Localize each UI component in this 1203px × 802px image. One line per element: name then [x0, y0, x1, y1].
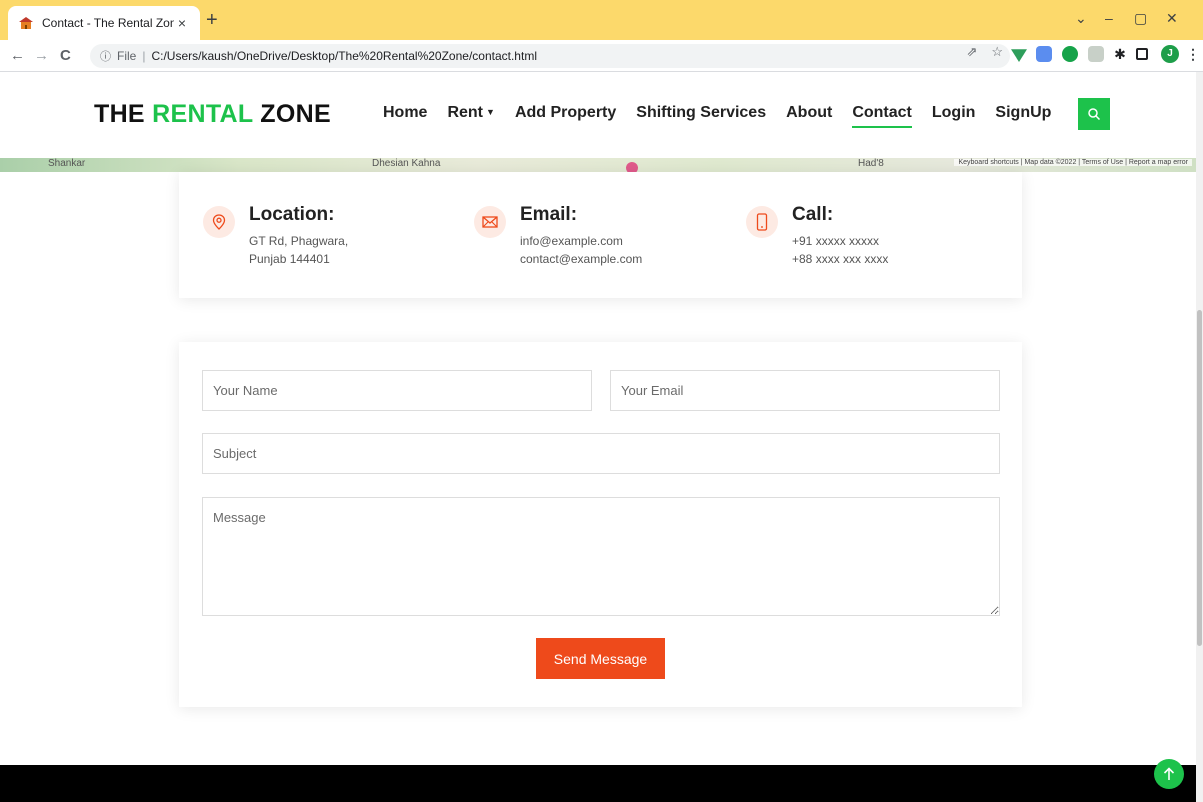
location-pin-icon	[203, 206, 235, 238]
maximize-button[interactable]: ▢	[1134, 10, 1147, 27]
bookmark-star-icon[interactable]: ☆	[991, 44, 1003, 60]
contact-info-card: Location: GT Rd, Phagwara, Punjab 144401…	[179, 172, 1022, 298]
url-separator: |	[142, 49, 146, 63]
location-title: Location:	[249, 204, 335, 225]
map-attribution[interactable]: Keyboard shortcuts | Map data ©2022 | Te…	[954, 159, 1192, 166]
forward-icon[interactable]: →	[34, 47, 49, 64]
site-info-icon[interactable]: ⓘ	[100, 48, 111, 64]
nav-rent-label: Rent	[447, 104, 484, 121]
phone-line-2[interactable]: +88 xxxx xxx xxxx	[792, 250, 888, 268]
message-textarea[interactable]	[202, 497, 1000, 616]
location-line-1: GT Rd, Phagwara,	[249, 234, 349, 248]
nav-home[interactable]: Home	[383, 104, 427, 122]
translate-extension-icon[interactable]	[1036, 46, 1052, 62]
email-info: Email: info@example.com contact@example.…	[474, 204, 642, 268]
site-logo[interactable]: THE RENTAL ZONE	[94, 100, 331, 129]
call-title: Call:	[792, 204, 834, 225]
tab-search-icon[interactable]: ⌄	[1075, 10, 1087, 27]
map-pin-icon[interactable]	[626, 162, 638, 172]
nav-contact[interactable]: Contact	[852, 104, 912, 128]
nav-rent[interactable]: Rent ▼	[447, 104, 494, 122]
map-label: Had'8	[858, 158, 884, 169]
location-line-2: Punjab 144401	[249, 252, 330, 266]
map-label: Dhesian Kahna	[372, 158, 441, 169]
subject-input[interactable]	[202, 433, 1000, 474]
nav-signup[interactable]: SignUp	[995, 104, 1051, 122]
url-scheme-label: File	[117, 49, 137, 63]
side-panel-icon[interactable]	[1136, 48, 1148, 60]
phone-icon	[746, 206, 778, 238]
envelope-icon	[474, 206, 506, 238]
arrow-up-icon	[1163, 767, 1175, 780]
nav-login[interactable]: Login	[932, 104, 976, 122]
url-text[interactable]: C:/Users/kaush/OneDrive/Desktop/The%20Re…	[151, 49, 537, 63]
phone-line-1[interactable]: +91 xxxxx xxxxx	[792, 232, 888, 250]
url-omnibox[interactable]: ⓘ File | C:/Users/kaush/OneDrive/Desktop…	[90, 44, 1010, 68]
browser-tab[interactable]: Contact - The Rental Zone ×	[8, 6, 200, 40]
search-button[interactable]	[1078, 98, 1110, 130]
share-icon[interactable]: ⇗	[966, 44, 977, 60]
logo-text-the: THE	[94, 100, 153, 128]
main-nav: Home Rent ▼ Add Property Shifting Service…	[383, 104, 1051, 128]
embedded-map[interactable]: Shankar Dhesian Kahna Had'8 Keyboard sho…	[0, 158, 1196, 172]
omnibox-actions: ⇗ ☆	[966, 44, 1003, 60]
send-message-button[interactable]: Send Message	[536, 638, 665, 679]
minimize-button[interactable]: –	[1105, 10, 1113, 26]
house-favicon-icon	[19, 17, 33, 29]
email-line-1[interactable]: info@example.com	[520, 232, 642, 250]
nav-about[interactable]: About	[786, 104, 832, 122]
location-info: Location: GT Rd, Phagwara, Punjab 144401	[203, 204, 348, 268]
email-line-2[interactable]: contact@example.com	[520, 250, 642, 268]
site-footer	[0, 765, 1196, 802]
call-info: Call: +91 xxxxx xxxxx +88 xxxx xxx xxxx	[746, 204, 888, 268]
grammar-extension-icon[interactable]	[1062, 46, 1078, 62]
page-scrollbar-thumb[interactable]	[1197, 310, 1202, 646]
tab-title: Contact - The Rental Zone	[42, 16, 174, 30]
caret-down-icon: ▼	[486, 107, 495, 117]
browser-menu-icon[interactable]: ⋮	[1186, 46, 1200, 63]
logo-text-rental: RENTAL	[152, 100, 254, 128]
profile-avatar[interactable]: J	[1161, 45, 1179, 63]
nav-add-property[interactable]: Add Property	[515, 104, 616, 122]
contact-form-card: Send Message	[179, 342, 1022, 707]
name-input[interactable]	[202, 370, 592, 411]
browser-tab-bar: Contact - The Rental Zone × + ⌄ – ▢ ✕	[0, 0, 1203, 40]
nav-shifting-services[interactable]: Shifting Services	[636, 104, 766, 122]
email-input[interactable]	[610, 370, 1000, 411]
generic-extension-icon[interactable]	[1088, 46, 1104, 62]
map-label: Shankar	[48, 158, 86, 169]
reload-icon[interactable]: C	[60, 47, 71, 64]
tab-close-icon[interactable]: ×	[174, 15, 190, 31]
back-to-top-button[interactable]	[1154, 759, 1184, 789]
email-title: Email:	[520, 204, 578, 225]
back-icon[interactable]: ←	[10, 47, 25, 64]
search-icon	[1088, 108, 1101, 121]
close-window-button[interactable]: ✕	[1166, 10, 1178, 27]
extensions-puzzle-icon[interactable]: ✱	[1112, 46, 1128, 62]
site-header: THE RENTAL ZONE Home Rent ▼ Add Property …	[0, 72, 1196, 158]
new-tab-button[interactable]: +	[206, 10, 218, 30]
logo-text-zone: ZONE	[253, 100, 331, 128]
